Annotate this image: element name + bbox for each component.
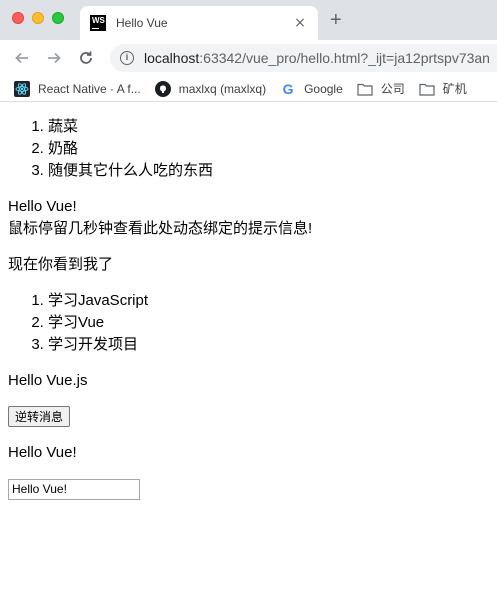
folder-icon [357, 81, 373, 97]
tab-close-icon[interactable]: × [292, 15, 308, 31]
list-item: 奶酪 [48, 138, 489, 160]
bookmark-folder-miner[interactable]: 矿机 [419, 80, 467, 97]
reverse-message: Hello Vue.js [8, 372, 88, 389]
forward-arrow-icon [48, 52, 61, 64]
tab-title: Hello Vue [116, 16, 168, 30]
bookmark-react-native[interactable]: React Native · A f... [14, 80, 141, 97]
browser-tab[interactable]: WS Hello Vue × [80, 6, 318, 40]
bookmark-label: 矿机 [442, 82, 467, 96]
webstorm-icon: WS [90, 15, 106, 31]
bookmark-label: 公司 [380, 82, 405, 96]
url-host: localhost [144, 50, 200, 66]
back-button[interactable] [12, 48, 32, 68]
page-content: 蔬菜 奶酪 随便其它什么人吃的东西 Hello Vue! 鼠标停留几秒钟查看此处… [0, 116, 497, 500]
folder-icon [419, 81, 435, 97]
list-item: 学习开发项目 [48, 334, 489, 356]
bookmark-label: Google [304, 81, 343, 96]
google-icon: G [282, 80, 294, 97]
list-item: 蔬菜 [48, 116, 489, 138]
forward-button[interactable] [44, 48, 64, 68]
model-message: Hello Vue! [8, 444, 77, 461]
window-controls [12, 12, 64, 24]
bookmark-label: maxlxq (maxlxq) [178, 81, 267, 96]
reload-button[interactable] [76, 48, 96, 68]
visible-section: 现在你看到我了 [8, 254, 489, 276]
hello-message: Hello Vue! [8, 198, 77, 215]
reverse-message-button[interactable]: 逆转消息 [8, 406, 71, 427]
info-icon[interactable]: i [120, 51, 134, 65]
reload-icon [80, 51, 92, 64]
list-item: 随便其它什么人吃的东西 [48, 160, 489, 182]
back-arrow-icon [15, 52, 28, 64]
new-tab-button[interactable]: + [330, 9, 342, 31]
url-text: localhost:63342/vue_pro/hello.html?_ijt=… [144, 50, 490, 66]
bookmark-folder-company[interactable]: 公司 [357, 80, 405, 97]
bookmarks-bar: React Native · A f... maxlxq (maxlxq) G … [0, 76, 497, 102]
browser-toolbar: i localhost:63342/vue_pro/hello.html?_ij… [0, 40, 497, 76]
bookmark-github[interactable]: maxlxq (maxlxq) [154, 80, 267, 97]
url-path: :63342/vue_pro/hello.html?_ijt=ja12prtsp… [199, 50, 490, 66]
close-window-button[interactable] [12, 12, 24, 24]
address-bar[interactable]: i localhost:63342/vue_pro/hello.html?_ij… [110, 44, 497, 72]
message-input[interactable] [8, 478, 140, 500]
bookmark-label: React Native · A f... [38, 81, 141, 96]
list-item: 学习Vue [48, 312, 489, 334]
bookmark-google[interactable]: G Google [280, 81, 343, 97]
todo-list: 学习JavaScript 学习Vue 学习开发项目 [8, 290, 489, 356]
hello-section: Hello Vue! 鼠标停留几秒钟查看此处动态绑定的提示信息! [8, 196, 489, 240]
food-list: 蔬菜 奶酪 随便其它什么人吃的东西 [8, 116, 489, 182]
minimize-window-button[interactable] [32, 12, 44, 24]
github-icon [154, 80, 171, 97]
maximize-window-button[interactable] [52, 12, 64, 24]
visible-message: 现在你看到我了 [8, 256, 114, 273]
tooltip-message[interactable]: 鼠标停留几秒钟查看此处动态绑定的提示信息! [8, 218, 489, 240]
reverse-section: Hello Vue.js 逆转消息 [8, 370, 489, 428]
react-icon [14, 80, 30, 97]
tab-strip: WS Hello Vue × + [0, 0, 497, 40]
list-item: 学习JavaScript [48, 290, 489, 312]
model-section: Hello Vue! [8, 442, 489, 500]
